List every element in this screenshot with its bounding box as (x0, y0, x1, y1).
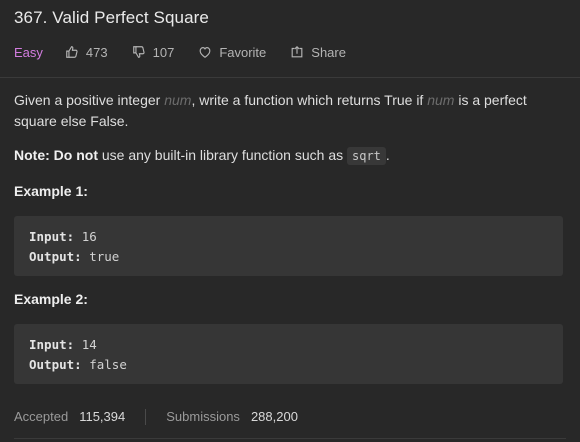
accepted-label: Accepted (14, 409, 69, 424)
variable-num: num (427, 92, 455, 108)
submission-stats: Accepted 115,394 Submissions 288,200 (14, 409, 298, 425)
example-1-output: true (89, 249, 120, 264)
example-2-output: false (89, 357, 127, 372)
example-1-title: Example 1: (14, 183, 88, 199)
accepted-count: 115,394 (79, 409, 126, 424)
problem-note: Note: Do not use any built-in library fu… (14, 147, 390, 165)
favorite-label: Favorite (219, 44, 267, 60)
thumbs-up-icon (66, 46, 78, 58)
example-2-title: Example 2: (14, 291, 88, 307)
footer-divider (14, 438, 566, 439)
thumbs-down-icon (132, 46, 145, 58)
example-1-input: 16 (81, 229, 97, 244)
like-button[interactable]: 473 (65, 45, 108, 60)
difficulty-label: Easy (14, 44, 43, 60)
problem-title: 367. Valid Perfect Square (14, 8, 209, 27)
dislike-button[interactable]: 107 (132, 44, 175, 60)
example-2-input: 14 (81, 337, 97, 352)
share-button[interactable]: Share (290, 45, 346, 60)
stats-separator (145, 409, 147, 425)
like-count: 473 (85, 44, 108, 60)
share-icon (291, 45, 303, 58)
variable-num: num (164, 92, 192, 108)
example-1-block: Input: 16 Output: true (14, 216, 563, 276)
dislike-count: 107 (152, 44, 175, 60)
problem-panel: 367. Valid Perfect Square Easy 473 107 F… (0, 0, 580, 442)
submissions-count: 288,200 (250, 409, 298, 424)
heart-icon (199, 47, 211, 58)
problem-description: Given a positive integer num, write a fu… (14, 92, 527, 129)
problem-meta-bar: Easy 473 107 Favorite Share (14, 43, 370, 61)
share-label: Share (311, 44, 346, 60)
inline-code-sqrt: sqrt (347, 147, 386, 165)
example-2-block: Input: 14 Output: false (14, 324, 563, 384)
note-bold: Note: Do not (14, 147, 98, 163)
header-divider (0, 77, 580, 78)
submissions-label: Submissions (166, 409, 240, 424)
favorite-button[interactable]: Favorite (198, 45, 266, 60)
